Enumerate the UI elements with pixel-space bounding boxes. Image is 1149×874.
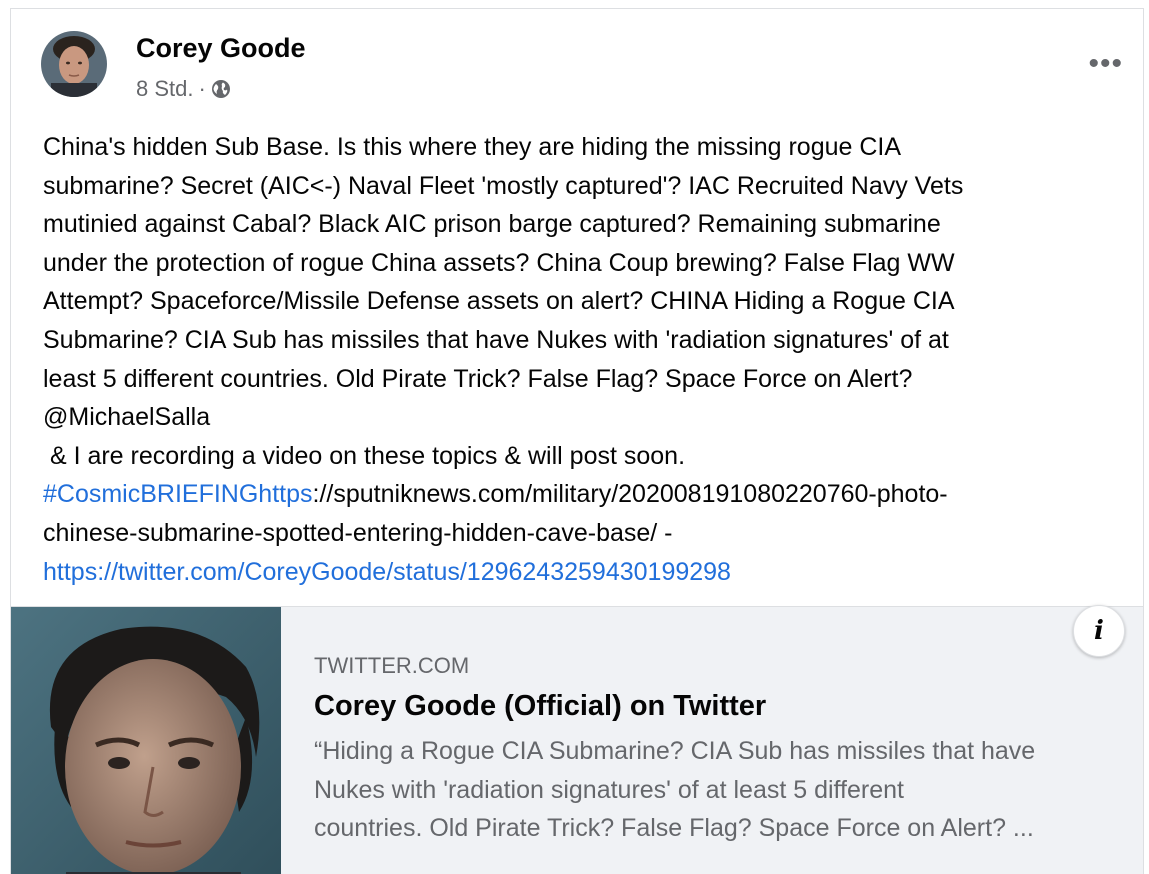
- more-options-icon[interactable]: •••: [1088, 49, 1123, 79]
- twitter-link[interactable]: https://twitter.com/CoreyGoode/status/12…: [43, 558, 731, 586]
- post-text-line: under the protection of rogue China asse…: [43, 248, 955, 277]
- post-meta: 8 Std. ·: [136, 76, 231, 102]
- meta-separator: ·: [198, 76, 206, 101]
- author-name[interactable]: Corey Goode: [136, 33, 306, 64]
- post-text-line: @MichaelSalla: [43, 403, 211, 432]
- preview-desc-line: countries. Old Pirate Trick? False Flag?…: [314, 814, 1034, 843]
- info-icon[interactable]: i: [1073, 605, 1125, 657]
- post-text-line: Attempt? Spaceforce/Missile Defense asse…: [43, 287, 955, 316]
- post-text-line: & I are recording a video on these topic…: [43, 441, 686, 470]
- preview-image[interactable]: [11, 607, 281, 874]
- preview-desc-line: “Hiding a Rogue CIA Submarine? CIA Sub h…: [314, 737, 1036, 765]
- post-header: Corey Goode 8 Std. · •••: [11, 9, 1143, 119]
- post-text-line: mutinied against Cabal? Black AIC prison…: [43, 210, 941, 239]
- post-text-line: Submarine? CIA Sub has missiles that hav…: [43, 325, 949, 354]
- post-text-line: https://twitter.com/CoreyGoode/status/12…: [43, 553, 1123, 592]
- post-text-line: chinese-submarine-spotted-entering-hidde…: [43, 518, 673, 547]
- preview-domain: TWITTER.COM: [314, 653, 470, 678]
- hashtag-link[interactable]: #CosmicBRIEFINGhttps: [43, 480, 313, 508]
- preview-title[interactable]: Corey Goode (Official) on Twitter: [314, 690, 766, 723]
- post-body: China's hidden Sub Base. Is this where t…: [43, 128, 1123, 591]
- preview-desc-line: Nukes with 'radiation signatures' of at …: [314, 775, 904, 804]
- preview-description: “Hiding a Rogue CIA Submarine? CIA Sub h…: [314, 732, 1134, 848]
- post-text-line: #CosmicBRIEFINGhttps://sputniknews.com/m…: [43, 475, 1123, 514]
- post-text-line: China's hidden Sub Base. Is this where t…: [43, 133, 902, 161]
- globe-icon: [211, 79, 231, 99]
- link-preview[interactable]: TWITTER.COM Corey Goode (Official) on Tw…: [11, 606, 1143, 874]
- post-time[interactable]: 8 Std.: [136, 76, 193, 102]
- post-card: Corey Goode 8 Std. · ••• China's hidden …: [10, 8, 1144, 874]
- post-text-line: least 5 different countries. Old Pirate …: [43, 364, 913, 393]
- url-text: ://sputniknews.com/military/202008191080…: [312, 480, 948, 509]
- avatar[interactable]: [41, 31, 107, 97]
- post-text-line: submarine? Secret (AIC<-) Naval Fleet 'm…: [43, 171, 964, 200]
